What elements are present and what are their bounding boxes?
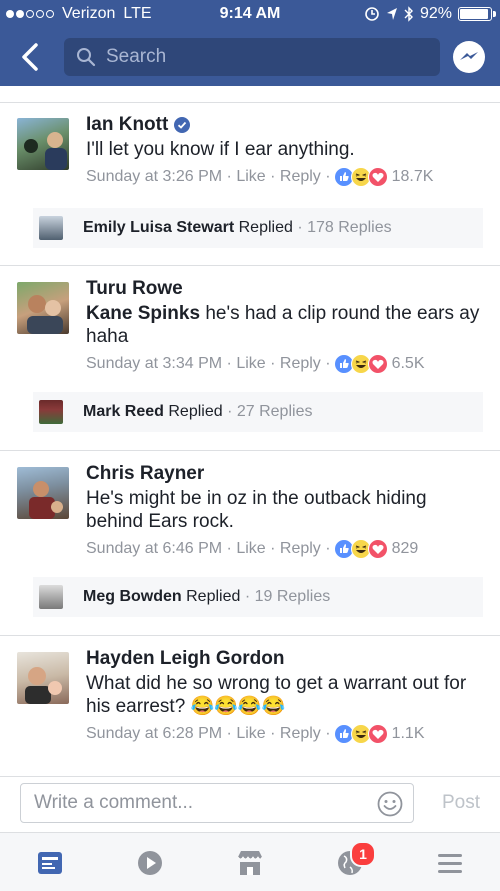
avatar[interactable] xyxy=(17,652,69,704)
battery-percent: 92% xyxy=(419,5,452,22)
bluetooth-icon xyxy=(404,6,413,22)
menu-icon[interactable] xyxy=(434,847,466,879)
comment-author[interactable]: Ian Knott xyxy=(86,114,486,136)
mention-link[interactable]: Kane Spinks xyxy=(86,303,200,324)
tab-bar: 1 xyxy=(0,832,500,891)
comment-time[interactable]: Sunday at 6:46 PM xyxy=(86,540,222,558)
comment-item: Hayden Leigh Gordon What did he so wrong… xyxy=(0,648,500,776)
battery-icon xyxy=(458,7,496,21)
avatar[interactable] xyxy=(17,282,69,334)
replied-label: Replied xyxy=(168,403,223,420)
location-lock-icon xyxy=(365,7,379,21)
replies-preview[interactable]: Mark Reed Replied · 27 Replies xyxy=(33,392,483,432)
replier-name: Mark Reed xyxy=(83,403,164,420)
divider xyxy=(0,265,500,266)
back-icon[interactable] xyxy=(16,40,46,74)
replies-preview[interactable]: Emily Luisa Stewart Replied · 178 Replie… xyxy=(33,208,483,248)
comment-text: Kane Spinks he's had a clip round the ea… xyxy=(86,302,486,348)
comment-meta: Sunday at 6:46 PM · Like · Reply · 829 xyxy=(86,539,419,559)
like-link[interactable]: Like xyxy=(236,540,265,558)
notifications-tab[interactable]: 1 xyxy=(334,841,376,879)
reply-avatar xyxy=(39,585,63,609)
reply-link[interactable]: Reply xyxy=(280,168,321,186)
reactions-count[interactable]: 829 xyxy=(392,540,419,558)
replier-name: Meg Bowden xyxy=(83,588,182,605)
comment-meta: Sunday at 3:34 PM · Like · Reply · 6.5K xyxy=(86,354,425,374)
divider xyxy=(0,450,500,451)
comment-input[interactable] xyxy=(32,791,366,815)
status-bar: Verizon LTE 9:14 AM 92% xyxy=(0,0,500,30)
location-arrow-icon xyxy=(386,8,397,20)
love-reaction-icon xyxy=(367,167,388,187)
replies-preview[interactable]: Meg Bowden Replied · 19 Replies xyxy=(33,577,483,617)
reactions[interactable] xyxy=(333,354,388,374)
reactions[interactable] xyxy=(333,539,388,559)
reactions-count[interactable]: 1.1K xyxy=(392,725,425,743)
verified-badge-icon xyxy=(174,117,191,133)
comment-item: Ian Knott I'll let you know if I ear any… xyxy=(0,114,500,274)
comment-author[interactable]: Hayden Leigh Gordon xyxy=(86,648,486,670)
reply-link[interactable]: Reply xyxy=(280,355,321,373)
comment-input-box[interactable] xyxy=(20,783,414,823)
like-link[interactable]: Like xyxy=(236,355,265,373)
comment-author[interactable]: Turu Rowe xyxy=(86,278,486,300)
reply-avatar xyxy=(39,216,63,240)
replies-count: 27 Replies xyxy=(236,403,313,420)
comment-text: I'll let you know if I ear anything. xyxy=(86,139,355,160)
comment-text: What did he so wrong to get a warrant ou… xyxy=(86,673,467,717)
search-icon xyxy=(77,48,96,67)
like-link[interactable]: Like xyxy=(236,168,265,186)
love-reaction-icon xyxy=(367,539,388,559)
author-name[interactable]: Ian Knott xyxy=(86,114,168,136)
reply-link[interactable]: Reply xyxy=(280,725,321,743)
reactions[interactable] xyxy=(333,724,388,744)
reactions-count[interactable]: 18.7K xyxy=(392,168,434,186)
comment-composer: Post xyxy=(0,776,500,833)
replied-label: Replied xyxy=(238,219,293,236)
love-reaction-icon xyxy=(367,724,388,744)
messenger-icon[interactable] xyxy=(452,40,486,74)
comment-time[interactable]: Sunday at 6:28 PM xyxy=(86,725,222,743)
video-icon[interactable] xyxy=(134,847,166,879)
notification-badge: 1 xyxy=(350,841,376,867)
divider xyxy=(0,635,500,636)
comment-time[interactable]: Sunday at 3:26 PM xyxy=(86,168,222,186)
replies-count: 178 Replies xyxy=(307,219,392,236)
post-button[interactable]: Post xyxy=(442,792,480,814)
comment-time[interactable]: Sunday at 3:34 PM xyxy=(86,355,222,373)
divider xyxy=(0,102,500,103)
like-link[interactable]: Like xyxy=(236,725,265,743)
reactions-count[interactable]: 6.5K xyxy=(392,355,425,373)
replies-count: 19 Replies xyxy=(254,588,331,605)
author-name[interactable]: Turu Rowe xyxy=(86,278,183,300)
news-feed-icon[interactable] xyxy=(34,847,66,879)
comments-feed: Ian Knott I'll let you know if I ear any… xyxy=(0,86,500,776)
search-input[interactable] xyxy=(104,45,408,69)
replied-label: Replied xyxy=(186,588,241,605)
author-name[interactable]: Hayden Leigh Gordon xyxy=(86,648,284,670)
comment-meta: Sunday at 3:26 PM · Like · Reply · 18.7K xyxy=(86,167,434,187)
emoji-icon[interactable] xyxy=(377,791,403,817)
love-reaction-icon xyxy=(367,354,388,374)
comment-author[interactable]: Chris Rayner xyxy=(86,463,486,485)
comment-item: Chris Rayner He's might be in oz in the … xyxy=(0,463,500,643)
nav-bar xyxy=(0,30,500,86)
comment-item: Turu Rowe Kane Spinks he's had a clip ro… xyxy=(0,278,500,458)
author-name[interactable]: Chris Rayner xyxy=(86,463,204,485)
comment-meta: Sunday at 6:28 PM · Like · Reply · 1.1K xyxy=(86,724,425,744)
reply-link[interactable]: Reply xyxy=(280,540,321,558)
reactions[interactable] xyxy=(333,167,388,187)
avatar[interactable] xyxy=(17,118,69,170)
replier-name: Emily Luisa Stewart xyxy=(83,219,235,236)
avatar[interactable] xyxy=(17,467,69,519)
reply-avatar xyxy=(39,400,63,424)
comment-text: He's might be in oz in the outback hidin… xyxy=(86,488,427,532)
marketplace-icon[interactable] xyxy=(234,847,266,879)
search-bar[interactable] xyxy=(64,38,440,76)
